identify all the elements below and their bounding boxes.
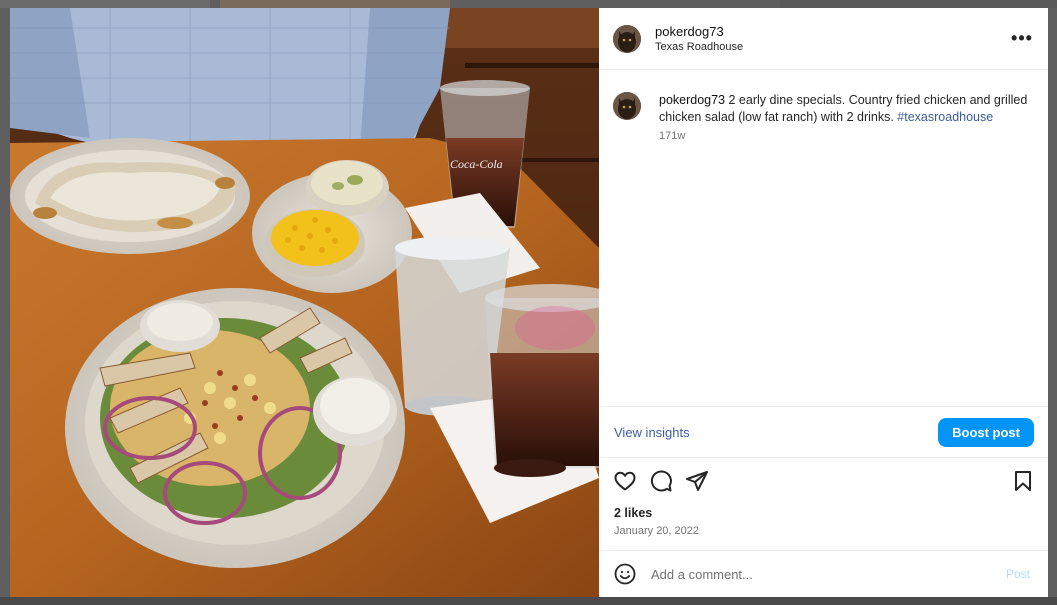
backdrop-tile [780,0,1057,8]
more-options-button[interactable]: ••• [1010,27,1034,51]
author-username[interactable]: pokerdog73 [655,23,1010,40]
caption-avatar[interactable] [613,92,641,120]
caption-username[interactable]: pokerdog73 [659,93,725,107]
caption-body: pokerdog73 2 early dine specials. Countr… [659,92,1034,142]
backdrop-tile [220,0,450,8]
post-actions [599,458,1048,504]
share-icon[interactable] [685,469,709,493]
view-insights-link[interactable]: View insights [614,425,690,440]
caption-age: 171w [659,130,686,142]
post-date: January 20, 2022 [614,525,700,537]
comment-icon[interactable] [649,469,673,493]
emoji-icon[interactable] [613,562,637,586]
boost-post-button[interactable]: Boost post [938,417,1034,447]
caption-hashtag[interactable]: #texasroadhouse [897,110,993,124]
add-comment-bar: Post [599,550,1048,597]
caption-text: pokerdog73 2 early dine specials. Countr… [659,92,1034,126]
insights-bar: View insights Boost post [599,406,1048,458]
comments-section: pokerdog73 2 early dine specials. Countr… [599,70,1048,406]
svg-text:Coca-Cola: Coca-Cola [450,157,503,171]
comment-input[interactable] [649,565,1006,583]
likes-count[interactable]: 2 likes [614,506,1033,520]
backdrop-tile [0,597,1057,605]
heart-icon[interactable] [613,469,637,493]
post-details-panel: pokerdog73 Texas Roadhouse ••• pokerdog7… [599,8,1048,597]
bookmark-icon[interactable] [1011,469,1035,493]
post-comment-button[interactable]: Post [1006,567,1030,581]
post-modal: Coca-Cola pokerdog73 Texas Roadhouse •••… [10,8,1048,597]
food-photo-image: Coca-Cola [10,8,599,597]
dog-avatar-icon [613,92,641,120]
backdrop-tile [0,0,210,8]
dog-avatar-icon [613,24,641,53]
post-photo[interactable]: Coca-Cola [10,8,599,597]
caption-row: pokerdog73 2 early dine specials. Countr… [613,92,1034,142]
likes-block: 2 likes January 20, 2022 [599,504,1048,550]
author-avatar[interactable] [613,24,641,53]
post-location[interactable]: Texas Roadhouse [655,40,1010,55]
more-options-icon: ••• [1011,28,1033,48]
header-author-info: pokerdog73 Texas Roadhouse [655,23,1010,55]
post-header: pokerdog73 Texas Roadhouse ••• [599,8,1048,70]
